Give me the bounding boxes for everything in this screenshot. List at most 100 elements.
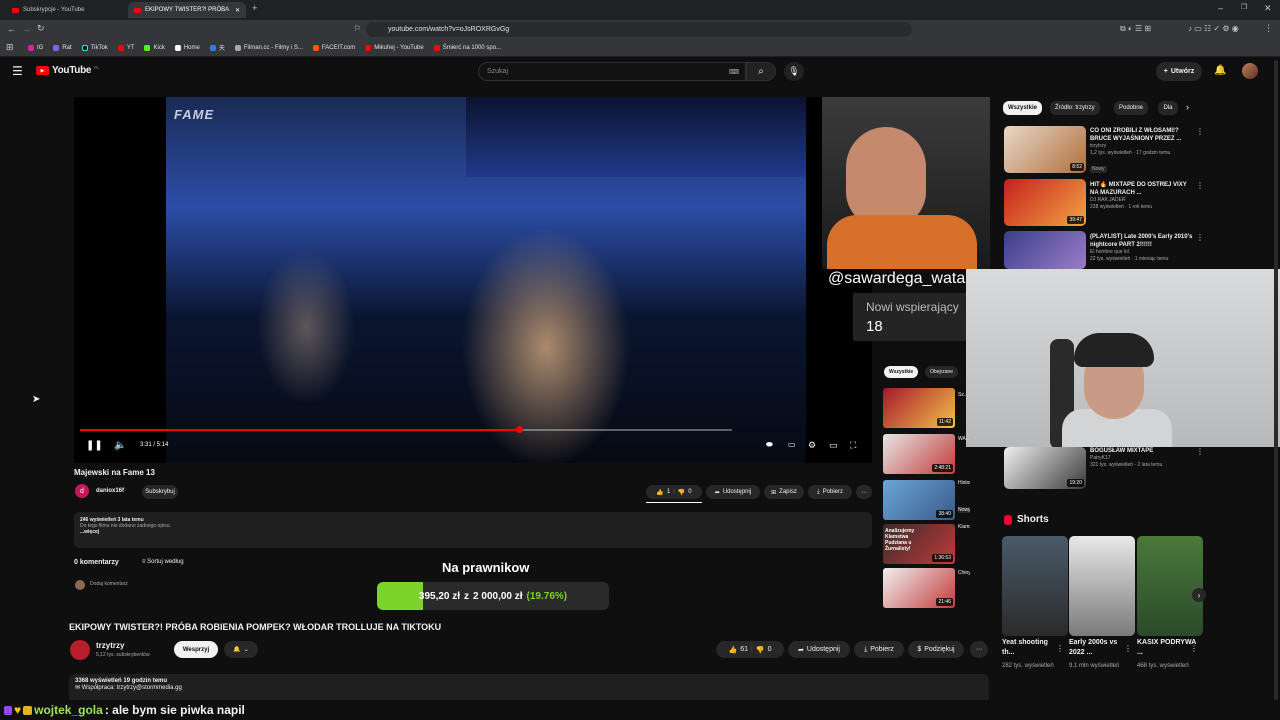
short-thumbnail[interactable]: [1002, 536, 1068, 636]
search-button[interactable]: ⌕: [746, 62, 776, 81]
thumbs-up-icon[interactable]: 👍: [729, 646, 738, 654]
settings-gear-icon[interactable]: ⚙: [808, 440, 816, 451]
bookmark-filman[interactable]: Filman.cc - Filmy i S...: [234, 44, 303, 51]
back-icon[interactable]: ←: [7, 24, 16, 34]
notification-bell-button[interactable]: 🔔 ⌄: [224, 641, 258, 658]
recommended-item-info[interactable]: BOGUSŁAW MIXTAPE PatryK17 321 tys. wyświ…: [1090, 447, 1196, 469]
short-thumbnail[interactable]: [1069, 536, 1135, 636]
mini-thumbnail[interactable]: 38:40: [883, 480, 955, 520]
like-dislike-group-2[interactable]: 👍 61 | 👎 0: [716, 641, 784, 658]
description-box[interactable]: 246 wyświetleń 3 lata temu Do tego filmu…: [74, 512, 872, 548]
chevron-right-icon[interactable]: ›: [1186, 102, 1189, 112]
like-dislike-group[interactable]: 👍 1 | 👎 0: [646, 485, 702, 499]
close-tab-icon[interactable]: ✕: [235, 7, 240, 14]
bookmark-yt[interactable]: YT: [117, 44, 134, 51]
chip-for-you[interactable]: Dla: [1158, 101, 1178, 115]
notifications-bell-icon[interactable]: 🔔: [1214, 65, 1226, 76]
mini-title[interactable]: WA... STANOWI...: [958, 436, 970, 442]
close-window-icon[interactable]: ✕: [1264, 3, 1272, 14]
mini-thumbnail[interactable]: 21:46: [883, 568, 955, 608]
bookmark-smierc[interactable]: Śmierć na 1000 spo...: [433, 44, 501, 51]
more-actions-icon[interactable]: ⋯: [970, 641, 988, 658]
recommended-item-info[interactable]: CO ONI ZROBILI Z WŁOSAMI!? BRUCE WYJAŚNI…: [1090, 127, 1196, 175]
thanks-button[interactable]: $ Podziękuj: [908, 641, 964, 658]
mini-title[interactable]: Historia Sol...: [958, 480, 970, 486]
maximize-icon[interactable]: ❐: [1241, 3, 1247, 11]
mini-thumbnail[interactable]: 11:42: [883, 388, 955, 428]
subtitles-icon[interactable]: ▭: [788, 440, 796, 449]
autoplay-toggle-icon[interactable]: ⬬: [766, 440, 773, 450]
browser-tab-ekipowy[interactable]: EKIPOWY TWISTER?! PRÓBA ✕: [128, 2, 246, 18]
reload-icon[interactable]: ↻: [37, 23, 45, 34]
extensions-icon-2[interactable]: ♪ ▭ ☷ ✓ ⚙ ◉: [1188, 24, 1239, 33]
new-tab-icon[interactable]: +: [252, 3, 257, 13]
page-scrollbar[interactable]: [1274, 60, 1278, 700]
apps-grid-icon[interactable]: ⊞: [6, 42, 14, 53]
mini-title[interactable]: Sz...: [958, 392, 970, 398]
short-thumbnail[interactable]: [1137, 536, 1203, 636]
volume-icon[interactable]: 🔈: [114, 440, 126, 451]
keyboard-icon[interactable]: ⌨: [729, 68, 739, 76]
more-options-icon[interactable]: ⋮: [1196, 233, 1204, 242]
bookmark-kanji[interactable]: 天: [209, 43, 225, 52]
recommended-item-info[interactable]: (PLAYLIST) Late 2000's Early 2010's nigh…: [1090, 233, 1196, 269]
hamburger-menu-icon[interactable]: ☰: [12, 64, 23, 78]
progress-scrubber[interactable]: [515, 426, 523, 433]
theater-mode-icon[interactable]: ▭: [829, 440, 838, 451]
thumbs-up-icon[interactable]: 👍: [656, 489, 663, 496]
minimize-icon[interactable]: –: [1218, 3, 1223, 13]
avatar[interactable]: [1242, 63, 1258, 79]
bookmark-home[interactable]: Home: [174, 44, 200, 51]
share-button-2[interactable]: ➦ Udostępnij: [788, 641, 850, 658]
menu-dots-icon[interactable]: ⋮: [1264, 23, 1273, 34]
shorts-next-icon[interactable]: ›: [1192, 588, 1206, 602]
video-player[interactable]: FAME: [74, 97, 872, 463]
mini-thumbnail[interactable]: Analizujemy Klamstwa Pudziana u Żurnalis…: [883, 524, 955, 564]
recommended-thumbnail[interactable]: 39:47: [1004, 179, 1086, 226]
share-button[interactable]: ➦ Udostępnij: [706, 485, 760, 499]
bookmark-faceit[interactable]: FACEIT.com: [312, 44, 355, 51]
mini-thumbnail[interactable]: 2:48:21: [883, 434, 955, 474]
save-button[interactable]: ⊞ Zapisz: [764, 485, 804, 499]
bookmark-tiktok[interactable]: TikTok: [81, 44, 108, 51]
youtube-logo[interactable]: ▶ YouTube PL: [36, 65, 99, 76]
more-link[interactable]: ...więcej: [80, 529, 99, 535]
short-title[interactable]: KASIX PODRYWA ...: [1137, 638, 1197, 658]
recommended-item-info[interactable]: HIT🔥 MIXTAPE DO OSTREJ VIXY NA MAZURACH …: [1090, 181, 1196, 211]
bookmark-kick[interactable]: Kick: [144, 44, 165, 51]
thumbs-down-icon[interactable]: 👎: [678, 489, 685, 496]
more-options-icon[interactable]: ⋮: [1124, 644, 1132, 653]
forward-icon[interactable]: →: [22, 24, 31, 34]
channel-name[interactable]: daniox16f: [96, 488, 124, 494]
mini-title[interactable]: Chiny żyją w ... Global Sou...: [958, 570, 970, 576]
recommended-thumbnail[interactable]: 8:52: [1004, 126, 1086, 173]
address-bar[interactable]: youtube.com/watch?v=oJsROXRGvGg: [366, 22, 912, 37]
mini-chip-all[interactable]: Wszystkie: [884, 366, 919, 378]
chip-all[interactable]: Wszystkie: [1003, 101, 1043, 115]
mini-chip-watched[interactable]: Obejrzane: [925, 366, 959, 378]
thumbs-down-icon[interactable]: 👎: [756, 646, 765, 654]
join-button[interactable]: Wesprzyj: [174, 641, 218, 658]
sort-button[interactable]: ≡ Sortuj według: [142, 559, 184, 565]
more-options-icon[interactable]: ⋮: [1056, 644, 1064, 653]
mini-title[interactable]: Klamstwa F... Fakty, o kto...: [958, 524, 970, 530]
fullscreen-icon[interactable]: ⛶: [850, 440, 856, 451]
more-options-icon[interactable]: ⋮: [1196, 127, 1204, 136]
more-options-icon[interactable]: ⋮: [1196, 181, 1204, 190]
chip-source[interactable]: Źródło: trzytrzy: [1050, 101, 1100, 115]
subscribe-button[interactable]: Subskrybuj: [142, 485, 178, 499]
recommended-thumbnail[interactable]: [1004, 231, 1086, 269]
browser-tab-subskrypcje[interactable]: Subskrypcje - YouTube: [6, 2, 124, 18]
chip-related[interactable]: Podobne: [1114, 101, 1149, 115]
bookmark-ig[interactable]: IG: [28, 44, 43, 51]
recommended-thumbnail[interactable]: 19:20: [1004, 447, 1086, 489]
download-button-2[interactable]: ⤓ Pobierz: [854, 641, 904, 658]
more-options-icon[interactable]: ⋮: [1196, 447, 1204, 456]
bookmark-page-icon[interactable]: ⚐: [354, 24, 361, 33]
trzytrzy-avatar[interactable]: [70, 640, 90, 660]
create-button[interactable]: + Utwórz: [1156, 62, 1202, 81]
voice-search-button[interactable]: 🎙: [784, 62, 804, 81]
channel-avatar[interactable]: d: [75, 484, 89, 498]
download-button[interactable]: ⤓ Pobierz: [808, 485, 852, 499]
more-options-icon[interactable]: ⋮: [1190, 644, 1198, 653]
